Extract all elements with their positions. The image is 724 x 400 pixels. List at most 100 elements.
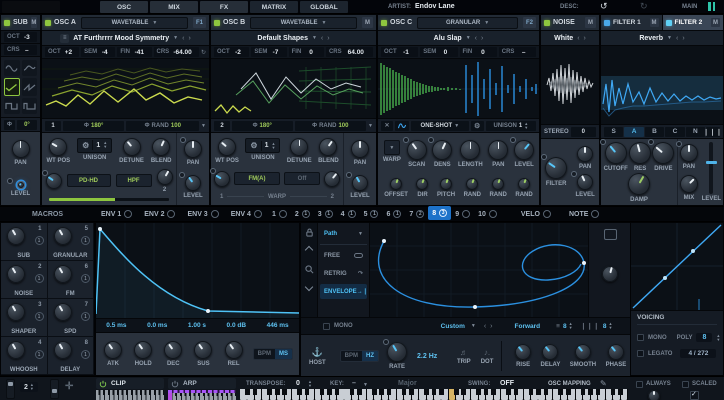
retrig-icon[interactable]: ↻ (201, 49, 206, 56)
osc-a-level-knob[interactable] (185, 175, 201, 191)
view-tab[interactable]: MIX (150, 1, 198, 13)
osc-a-oct-field[interactable]: OCT+2 (45, 47, 79, 57)
grid-pad-icon[interactable] (604, 229, 617, 240)
clip-label[interactable]: CLIP (111, 380, 126, 387)
mod-badge[interactable] (676, 141, 682, 147)
osc-b-blend-knob[interactable] (319, 138, 337, 156)
osc-c-mini-knob[interactable]: RAND (464, 178, 481, 198)
piano-black-key[interactable] (372, 389, 377, 395)
osc-a-preset-name[interactable]: AT Furthrrrr Mood Symmetry (73, 35, 169, 42)
bend-range-stepper[interactable]: 2 ▲▼ (20, 382, 38, 392)
sample-wave-icon[interactable] (395, 121, 409, 131)
mod-badge[interactable] (7, 178, 13, 184)
lfo-knob[interactable]: DELAY (541, 344, 561, 368)
clip-mini-keyboard[interactable] (96, 390, 164, 400)
osc-b-warp2-select[interactable]: Off (284, 172, 320, 185)
piano-black-key[interactable] (544, 389, 549, 395)
osc-c-warp-menu-button[interactable]: ▼ (384, 140, 400, 155)
mod-badge[interactable] (180, 137, 186, 143)
piano-black-key[interactable] (275, 389, 280, 395)
env-value[interactable]: 0.0 dB (227, 322, 247, 329)
osc-c-mini-knob[interactable]: RAND (489, 178, 506, 198)
macro-assign-badge[interactable]: 1 (35, 236, 44, 245)
sub-crs-field[interactable]: CRS– (4, 45, 37, 55)
piano-black-key[interactable] (320, 389, 325, 395)
noise-mute-button[interactable]: M (585, 17, 596, 28)
global-env-knob[interactable] (648, 390, 660, 400)
lfo-tab[interactable]: 31 (314, 206, 337, 222)
triplet-icon[interactable]: ♬ (460, 348, 468, 357)
piano-black-key[interactable] (596, 389, 601, 395)
osc-c-sem-field[interactable]: SEM0 (420, 47, 457, 57)
sub-shape-bend[interactable] (22, 60, 38, 76)
lfo-tab[interactable]: 21 (291, 206, 314, 222)
piano-black-key[interactable] (402, 389, 407, 395)
osc-c-prev-icon[interactable]: ‹ (475, 35, 477, 42)
lfo-tab[interactable]: 51 (360, 206, 383, 222)
osc-b-sem-field[interactable]: SEM-7 (251, 47, 286, 57)
piano-black-key[interactable] (387, 389, 392, 395)
zoom-icon[interactable] (305, 265, 314, 274)
noise-enable-led[interactable] (544, 20, 550, 26)
osc-b-warp1-select[interactable]: FM(A) (234, 172, 280, 185)
osc-a-detune-knob[interactable] (123, 138, 141, 156)
osc-c-mini-knob[interactable]: OFFSET (384, 178, 408, 198)
filter-mix-knob[interactable] (680, 175, 698, 193)
env-value[interactable]: 446 ms (267, 322, 289, 329)
mono-checkbox[interactable] (637, 334, 644, 341)
osc-b-warp2-knob[interactable] (324, 171, 340, 187)
lfo-shape-display[interactable] (370, 223, 588, 317)
filter-preset-dropdown-icon[interactable]: ▼ (667, 35, 672, 41)
noise-header[interactable]: NOISE M (541, 15, 599, 31)
filter-type-button[interactable]: A (624, 127, 643, 137)
filter-drive-knob[interactable] (652, 142, 674, 164)
macro-assign-badge[interactable]: 1 (81, 236, 90, 245)
sub-oct-field[interactable]: OCT-3 (4, 32, 37, 42)
pencil-icon[interactable]: ✎ (600, 379, 607, 388)
piano-black-key[interactable] (253, 389, 258, 395)
lfo-grid-x-value[interactable]: 8 (563, 323, 567, 330)
filter-type-button[interactable]: C (665, 127, 684, 137)
env-tab[interactable]: ENV 4 (225, 206, 268, 222)
osc-c-sample-display[interactable] (378, 59, 539, 119)
piano-black-key[interactable] (245, 389, 250, 395)
env-tab[interactable]: ENV 3 (181, 206, 224, 222)
osc-b-detune-knob[interactable] (290, 138, 308, 156)
filter-2-tab[interactable]: FILTER 2 M (663, 15, 724, 31)
lfo-tab[interactable]: 61 (382, 206, 405, 222)
macros-tab[interactable]: MACROS (0, 211, 95, 218)
sub-shape-square[interactable] (4, 98, 20, 114)
legato-checkbox[interactable] (637, 350, 644, 357)
osc-a-prev-icon[interactable]: ‹ (182, 35, 184, 42)
osc-a-wtpos-knob[interactable] (49, 138, 67, 156)
piano-black-key[interactable] (581, 389, 586, 395)
shape-next-icon[interactable]: › (490, 323, 492, 330)
shape-prev-icon[interactable]: ‹ (484, 323, 486, 330)
view-tab[interactable]: OSC (100, 1, 148, 13)
host-anchor-icon[interactable]: ⚓ (312, 347, 323, 358)
osc-c-unison-stepper[interactable]: UNISON1▲▼ (486, 121, 536, 131)
macro-assign-badge[interactable]: 1 (35, 312, 44, 321)
lfo-tab[interactable]: 1 (268, 206, 291, 222)
osc-c-crs-field[interactable]: CRS– (499, 47, 536, 57)
osc-c-mode-dropdown[interactable]: GRANULAR▼ (417, 17, 518, 29)
gear-icon[interactable]: ⚙ (250, 141, 257, 150)
lfo-retrig-button[interactable]: RETRIG↷ (320, 266, 367, 281)
macro-assign-badge[interactable]: 1 (35, 274, 44, 283)
osc-a-header[interactable]: OSC A WAVETABLE▼ F1 (42, 15, 209, 31)
osc-b-enable-led[interactable] (214, 20, 220, 26)
osc-b-unison-stepper[interactable]: ⚙1▲▼ (245, 138, 280, 153)
piano-black-key[interactable] (454, 389, 459, 395)
env-value[interactable]: 0.0 ms (147, 322, 167, 329)
osc-a-warp1-knob[interactable] (46, 173, 62, 189)
lfo-path-dropdown[interactable]: Path▼ (320, 226, 367, 241)
osc-c-fin-field[interactable]: FIN0 (460, 47, 497, 57)
osc-a-mode-dropdown[interactable]: WAVETABLE▼ (81, 17, 188, 29)
lfo-tab[interactable]: 72 (405, 206, 428, 222)
osc-a-pan-knob[interactable] (184, 140, 202, 158)
osc-b-level-knob[interactable] (352, 175, 368, 191)
osc-b-fin-field[interactable]: FIN0 (289, 47, 324, 57)
undo-icon[interactable]: ↺ (600, 1, 608, 12)
piano-black-key[interactable] (611, 389, 616, 395)
macro-assign-badge[interactable]: 1 (81, 350, 90, 359)
